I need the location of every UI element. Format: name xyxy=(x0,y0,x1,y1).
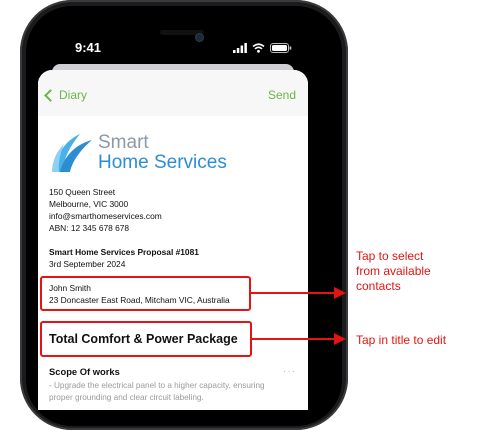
contact-hint-line-1: Tap to select xyxy=(356,249,424,263)
title-hint: Tap in title to edit xyxy=(356,333,447,347)
contact-hint-line-2: from available xyxy=(356,264,431,278)
arrow-right-icon xyxy=(252,333,346,345)
contact-hint: Tap to select from available contacts xyxy=(356,249,431,294)
contact-hint-line-3: contacts xyxy=(356,279,401,293)
arrow-right-icon xyxy=(251,287,346,299)
